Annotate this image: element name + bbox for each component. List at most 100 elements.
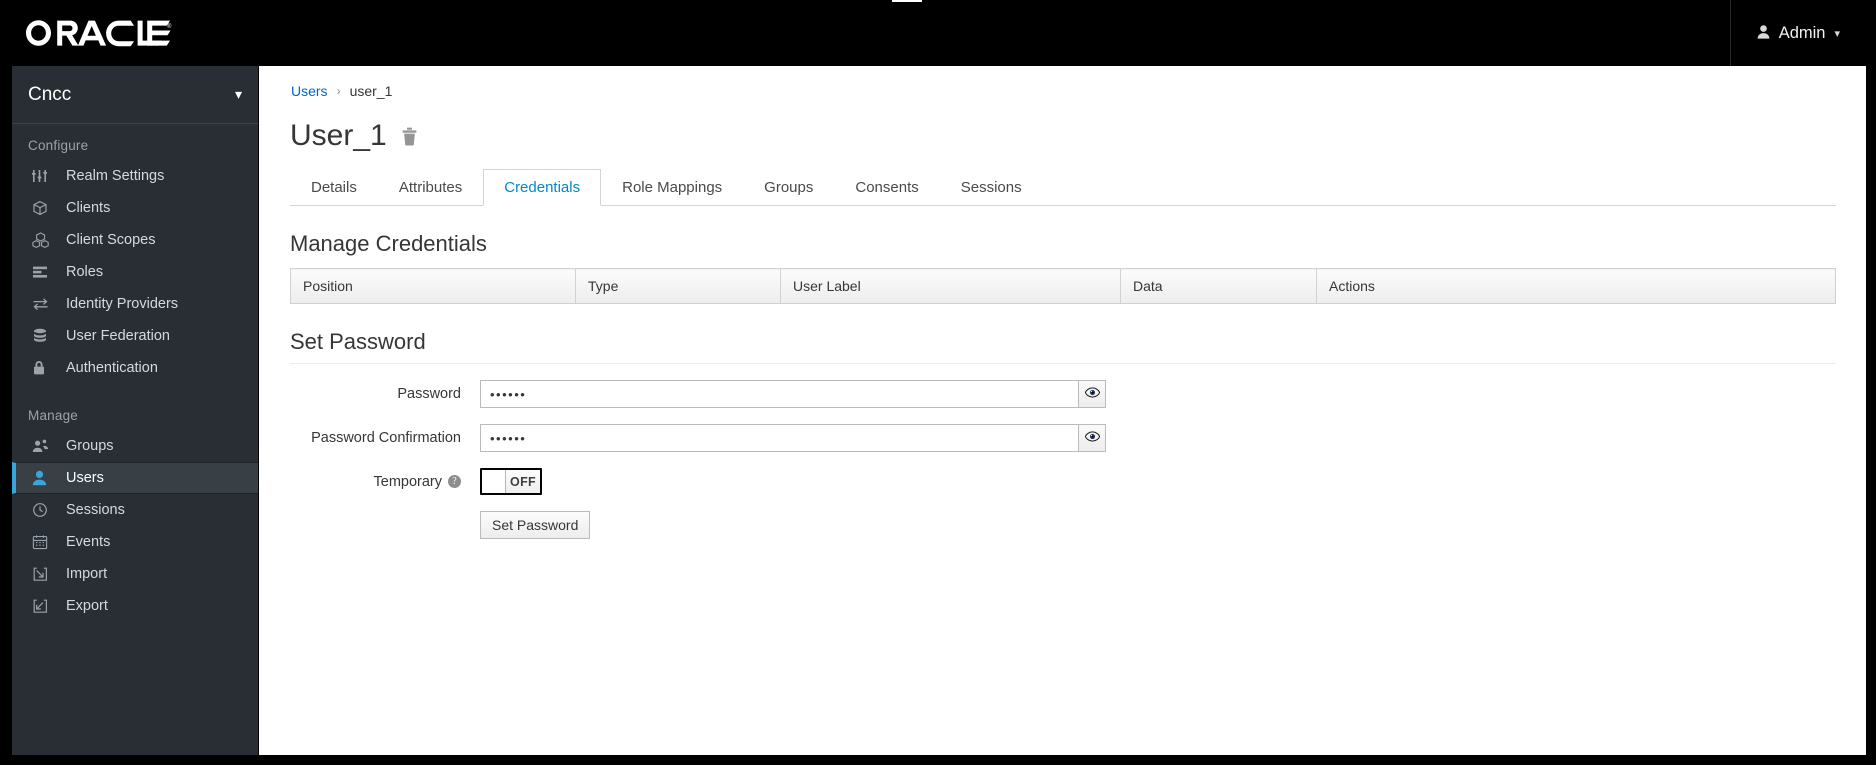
tab-label: Attributes: [398, 179, 463, 196]
set-password-form: Password •••••• Password Confirmation ••…: [290, 380, 1836, 539]
tab-label: Consents: [855, 179, 919, 196]
manage-credentials-heading: Manage Credentials: [290, 231, 487, 256]
sidebar-item-label: Sessions: [66, 502, 125, 518]
sidebar-item-import[interactable]: Import: [12, 558, 258, 590]
password-confirmation-input-group: [480, 424, 1106, 452]
sidebar-section-configure-title: Configure: [28, 138, 89, 153]
password-row: Password: [290, 380, 1836, 408]
tab-attributes[interactable]: Attributes: [378, 169, 483, 206]
sidebar-item-client-scopes[interactable]: Client Scopes: [12, 224, 258, 256]
eye-icon: [1084, 429, 1100, 447]
sidebar-item-label: Realm Settings: [66, 168, 165, 184]
trash-icon[interactable]: [401, 127, 418, 146]
sidebar-item-label: Export: [66, 598, 108, 614]
password-confirmation-label: Password Confirmation: [311, 430, 461, 446]
sidebar-item-roles[interactable]: Roles: [12, 256, 258, 288]
temporary-row: Temporary ? OFF: [290, 468, 1836, 495]
set-password-heading: Set Password: [290, 329, 426, 354]
clock-icon: [32, 502, 66, 518]
main-content: Users › user_1 User_1 Details Attributes…: [260, 66, 1866, 755]
sidebar-item-realm-settings[interactable]: Realm Settings: [12, 160, 258, 192]
tab-label: Details: [311, 179, 357, 196]
sidebar-item-label: Authentication: [66, 360, 158, 376]
sidebar-item-users[interactable]: Users: [12, 462, 258, 494]
sidebar-item-sessions[interactable]: Sessions: [12, 494, 258, 526]
import-arrow-icon: [32, 566, 66, 582]
sidebar-section-manage-title: Manage: [28, 408, 78, 423]
breadcrumb-separator-icon: ›: [336, 84, 341, 98]
masthead: ® Admin ▾: [12, 0, 1866, 66]
sidebar-item-label: Users: [66, 470, 104, 486]
column-header-type: Type: [575, 268, 781, 304]
eye-icon: [1084, 385, 1100, 403]
user-icon: [32, 470, 66, 486]
export-arrow-icon: [32, 598, 66, 614]
breadcrumb-link-users[interactable]: Users: [291, 83, 328, 99]
password-input-group: [480, 380, 1106, 408]
sidebar-item-identity-providers[interactable]: Identity Providers: [12, 288, 258, 320]
tab-consents[interactable]: Consents: [834, 169, 939, 206]
sidebar-item-user-federation[interactable]: User Federation: [12, 320, 258, 352]
sidebar-item-label: Events: [66, 534, 111, 550]
admin-user-label: Admin: [1778, 23, 1826, 42]
sidebar-item-groups[interactable]: Groups: [12, 430, 258, 462]
temporary-label: Temporary: [373, 473, 443, 490]
submit-spacer: [290, 511, 480, 539]
toggle-knob: [482, 470, 506, 493]
realm-name: Cncc: [28, 83, 72, 105]
calendar-icon: [32, 534, 66, 550]
cube-icon: [32, 200, 66, 216]
page-header: User_1: [260, 99, 1866, 151]
oracle-logo: ®: [24, 18, 172, 48]
question-circle-icon[interactable]: ?: [448, 475, 461, 488]
sidebar-item-label: Groups: [66, 438, 114, 454]
chevron-down-icon: ▾: [234, 86, 242, 102]
admin-user-menu[interactable]: Admin ▾: [1729, 0, 1866, 66]
password-reveal-button[interactable]: [1078, 380, 1106, 408]
column-header-user-label: User Label: [780, 268, 1121, 304]
breadcrumb: Users › user_1: [260, 66, 1866, 99]
toggle-state-label: OFF: [506, 470, 540, 493]
tab-label: Role Mappings: [622, 179, 723, 196]
tab-groups[interactable]: Groups: [743, 169, 834, 206]
password-label: Password: [397, 386, 461, 402]
tab-sessions[interactable]: Sessions: [940, 169, 1043, 206]
password-input[interactable]: [480, 380, 1078, 408]
column-header-actions: Actions: [1316, 268, 1836, 304]
sliders-icon: [32, 168, 66, 184]
temporary-toggle[interactable]: OFF: [480, 468, 542, 495]
tab-label: Sessions: [960, 179, 1022, 196]
user-tabs: Details Attributes Credentials Role Mapp…: [290, 168, 1836, 206]
user-icon: [1757, 24, 1770, 42]
sidebar-item-authentication[interactable]: Authentication: [12, 352, 258, 384]
tab-label: Groups: [764, 179, 814, 196]
table-header-row: Position Type User Label Data Actions: [290, 268, 1836, 304]
sidebar-item-export[interactable]: Export: [12, 590, 258, 622]
sidebar-item-label: Roles: [66, 264, 104, 280]
sidebar-item-events[interactable]: Events: [12, 526, 258, 558]
breadcrumb-current: user_1: [349, 83, 393, 99]
svg-text:®: ®: [167, 23, 172, 30]
chevron-down-icon: ▾: [1834, 27, 1840, 40]
column-header-data: Data: [1120, 268, 1317, 304]
lock-icon: [32, 360, 66, 376]
realm-selector[interactable]: Cncc ▾: [12, 66, 258, 124]
sidebar-item-label: Clients: [66, 200, 111, 216]
sidebar: Cncc ▾ Configure Realm Settings Clients …: [12, 66, 259, 755]
users-group-icon: [32, 438, 66, 454]
password-confirmation-input[interactable]: [480, 424, 1078, 452]
sidebar-item-label: User Federation: [66, 328, 170, 344]
app-window: ® Admin ▾ Cncc ▾ Configure Realm Setting…: [0, 0, 1876, 765]
tab-role-mappings[interactable]: Role Mappings: [601, 169, 743, 206]
set-password-button[interactable]: Set Password: [480, 511, 591, 539]
sidebar-item-clients[interactable]: Clients: [12, 192, 258, 224]
tab-details[interactable]: Details: [290, 169, 378, 206]
set-password-divider: [290, 363, 1836, 364]
password-confirmation-reveal-button[interactable]: [1078, 424, 1106, 452]
database-icon: [32, 328, 66, 344]
page-title: User_1: [290, 119, 387, 152]
tab-credentials[interactable]: Credentials: [483, 169, 602, 206]
sidebar-item-label: Identity Providers: [66, 296, 179, 312]
exchange-arrows-icon: [32, 296, 66, 312]
